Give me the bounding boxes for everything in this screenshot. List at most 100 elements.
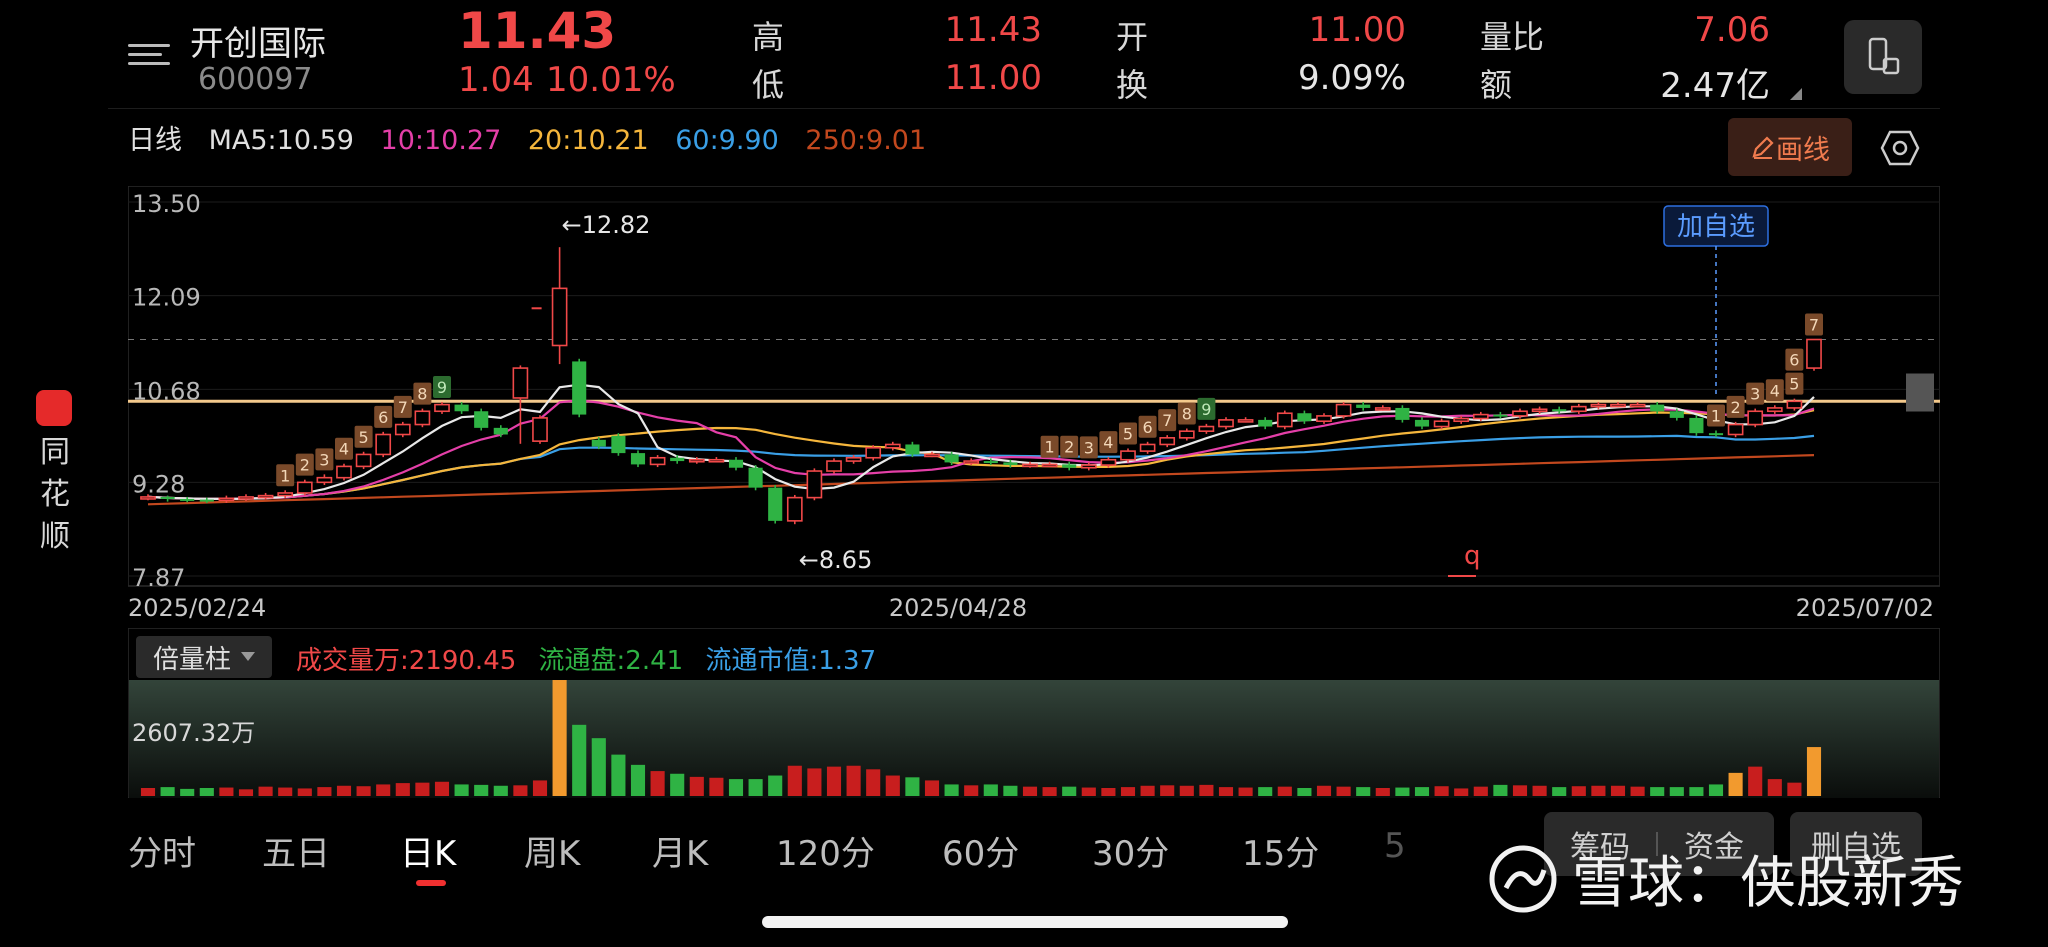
volume-bar	[180, 788, 195, 796]
volume-bar	[395, 783, 410, 796]
volume-bar	[1650, 787, 1665, 796]
candle-body	[1806, 338, 1822, 369]
candle-body	[1570, 405, 1587, 413]
volume-bar	[1728, 772, 1743, 796]
draw-line-button[interactable]: 画线	[1728, 118, 1852, 176]
menu-icon[interactable]	[128, 38, 170, 70]
volume-bar	[905, 777, 920, 796]
volume-bar	[297, 788, 312, 796]
candle-body	[905, 444, 920, 455]
tab-monthly-k[interactable]: 月K	[652, 826, 708, 875]
vol-ratio-label: 量比	[1480, 18, 1545, 56]
volume-bar	[1179, 785, 1194, 796]
tab-120min[interactable]: 120分	[776, 826, 875, 875]
tab-five-day[interactable]: 五日	[262, 826, 330, 875]
home-indicator[interactable]	[762, 916, 1288, 928]
volume-bar	[1140, 785, 1155, 796]
tab-weekly-k[interactable]: 周K	[524, 826, 580, 875]
volume-bar	[1708, 784, 1724, 796]
date-label-end: 2025/07/02	[1796, 594, 1934, 622]
volume-bar	[1434, 786, 1449, 796]
open-label: 开	[1116, 18, 1149, 56]
price-axis-label: 13.50	[132, 190, 201, 218]
candle-body	[1590, 403, 1607, 408]
volume-bar	[572, 724, 587, 796]
volume-bar	[1120, 787, 1136, 796]
ma60-line	[147, 434, 1815, 501]
ma20-label: 20:10.21	[527, 125, 649, 156]
price-change: 1.04	[458, 60, 534, 100]
volume-bar	[454, 784, 469, 796]
volume-bar	[1571, 786, 1586, 796]
phone-rotate-icon	[1868, 37, 1900, 75]
expand-corner-icon[interactable]	[1790, 88, 1802, 100]
td-count-label: 3	[319, 450, 329, 469]
candle-body	[180, 498, 195, 501]
candle-body	[1120, 450, 1136, 461]
td-count-label: 8	[1182, 405, 1192, 424]
candle-body	[375, 433, 392, 456]
candle-body	[1139, 443, 1156, 452]
candle-body	[493, 427, 508, 435]
volume-info: 成交量万:2190.45 流通盘:2.41 流通市值:1.37	[296, 640, 890, 677]
candle-body	[924, 453, 940, 458]
high-value: 11.43	[944, 10, 1042, 50]
candle-body	[1041, 463, 1058, 468]
candle-body	[1062, 464, 1077, 468]
volume-bar	[1454, 788, 1469, 796]
volume-bar	[1238, 787, 1253, 796]
tab-30min[interactable]: 30分	[1092, 826, 1169, 875]
add-watchlist-label: 加自选	[1677, 212, 1755, 242]
candle-body	[708, 458, 725, 463]
volume-bar	[885, 775, 900, 796]
tab-daily-k[interactable]: 日K	[400, 826, 456, 875]
volume-type-dropdown[interactable]: 倍量柱	[136, 636, 272, 678]
volume-background	[129, 680, 1939, 798]
float-mcap: 流通市值:1.37	[705, 646, 877, 676]
dropdown-arrow-icon	[241, 652, 255, 661]
volume-bar	[376, 784, 391, 796]
candle-body	[414, 410, 431, 426]
volume-bar	[846, 765, 861, 796]
candle-body	[1335, 403, 1352, 417]
tab-intraday[interactable]: 分时	[128, 826, 196, 875]
candle-body	[1395, 407, 1410, 420]
candle-body	[688, 458, 705, 463]
volume-bar	[787, 765, 802, 796]
tab-60min[interactable]: 60分	[942, 826, 1019, 875]
volume-bar	[1022, 786, 1038, 796]
volume-bar	[1375, 787, 1390, 796]
ma60-label: 60:9.90	[675, 125, 779, 156]
td-count-label: 7	[1809, 316, 1819, 335]
kline-chart[interactable]: 13.5012.0910.689.287.8712 345678 91 2 3 4 5 6 7 8…	[128, 186, 1940, 626]
td-count-label: 6	[378, 408, 388, 427]
candle-body	[1552, 409, 1567, 412]
vol-ratio-value: 7.06	[1694, 10, 1770, 50]
td-count-label: 8	[417, 385, 427, 404]
volume-bar	[356, 786, 371, 796]
volume-bar	[728, 779, 744, 796]
volume-bar	[944, 784, 959, 796]
device-switch-button[interactable]	[1844, 20, 1922, 94]
candle-body	[218, 497, 235, 502]
volume-bar	[317, 787, 332, 796]
watermark-text: 雪球：侠股新秀	[1572, 851, 1964, 916]
candle-body	[336, 465, 352, 479]
volume-bar	[140, 787, 156, 796]
candle-body	[1786, 400, 1803, 409]
volume-bar	[336, 785, 352, 796]
volume-bar	[1258, 787, 1273, 796]
tab-15min[interactable]: 15分	[1242, 826, 1319, 875]
turnover-label: 换	[1116, 66, 1149, 104]
ma-legend[interactable]: 日线 MA5:10.59 10:10.27 20:10.21 60:9.90 2…	[128, 118, 944, 157]
tab-5min[interactable]: 5	[1384, 826, 1406, 866]
volume-bar	[983, 784, 998, 796]
volume-bar	[1101, 787, 1116, 796]
candle-body	[728, 459, 744, 468]
volume-bar	[1512, 785, 1528, 796]
settings-icon[interactable]	[1880, 128, 1920, 168]
candle-body	[591, 439, 606, 447]
volume-bar	[1160, 785, 1175, 796]
candle-body	[160, 496, 175, 499]
price-change-pct: 10.01%	[546, 60, 676, 100]
